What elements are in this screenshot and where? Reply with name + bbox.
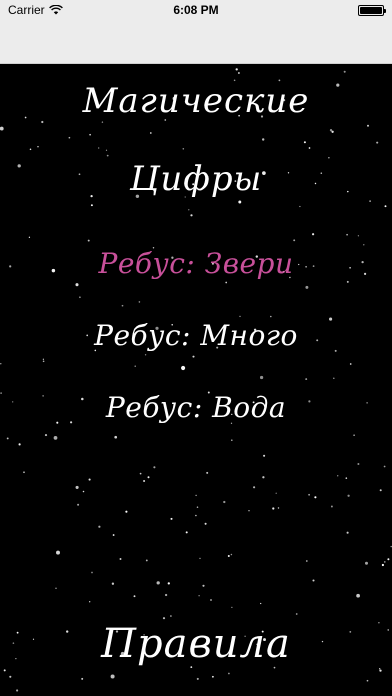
battery-tip bbox=[384, 9, 386, 13]
main-menu: Магические Цифры Ребус: Звери Ребус: Мно… bbox=[0, 64, 392, 696]
app-screen: Carrier 6:08 PM Магические Цифры Ребус: … bbox=[0, 0, 392, 696]
battery-icon bbox=[358, 5, 386, 16]
title-line-1: Магические bbox=[82, 81, 310, 121]
navigation-bar bbox=[0, 20, 392, 64]
battery-fill bbox=[360, 7, 382, 14]
status-bar: Carrier 6:08 PM bbox=[0, 0, 392, 20]
menu-item-rebus-zveri[interactable]: Ребус: Звери bbox=[0, 250, 392, 278]
menu-item-rebus-mnogo[interactable]: Ребус: Много bbox=[0, 322, 392, 350]
rules-button[interactable]: Правила bbox=[0, 624, 392, 664]
status-time: 6:08 PM bbox=[173, 3, 219, 17]
title-line-2: Цифры bbox=[129, 159, 263, 199]
menu-item-rebus-voda[interactable]: Ребус: Вода bbox=[0, 394, 392, 422]
